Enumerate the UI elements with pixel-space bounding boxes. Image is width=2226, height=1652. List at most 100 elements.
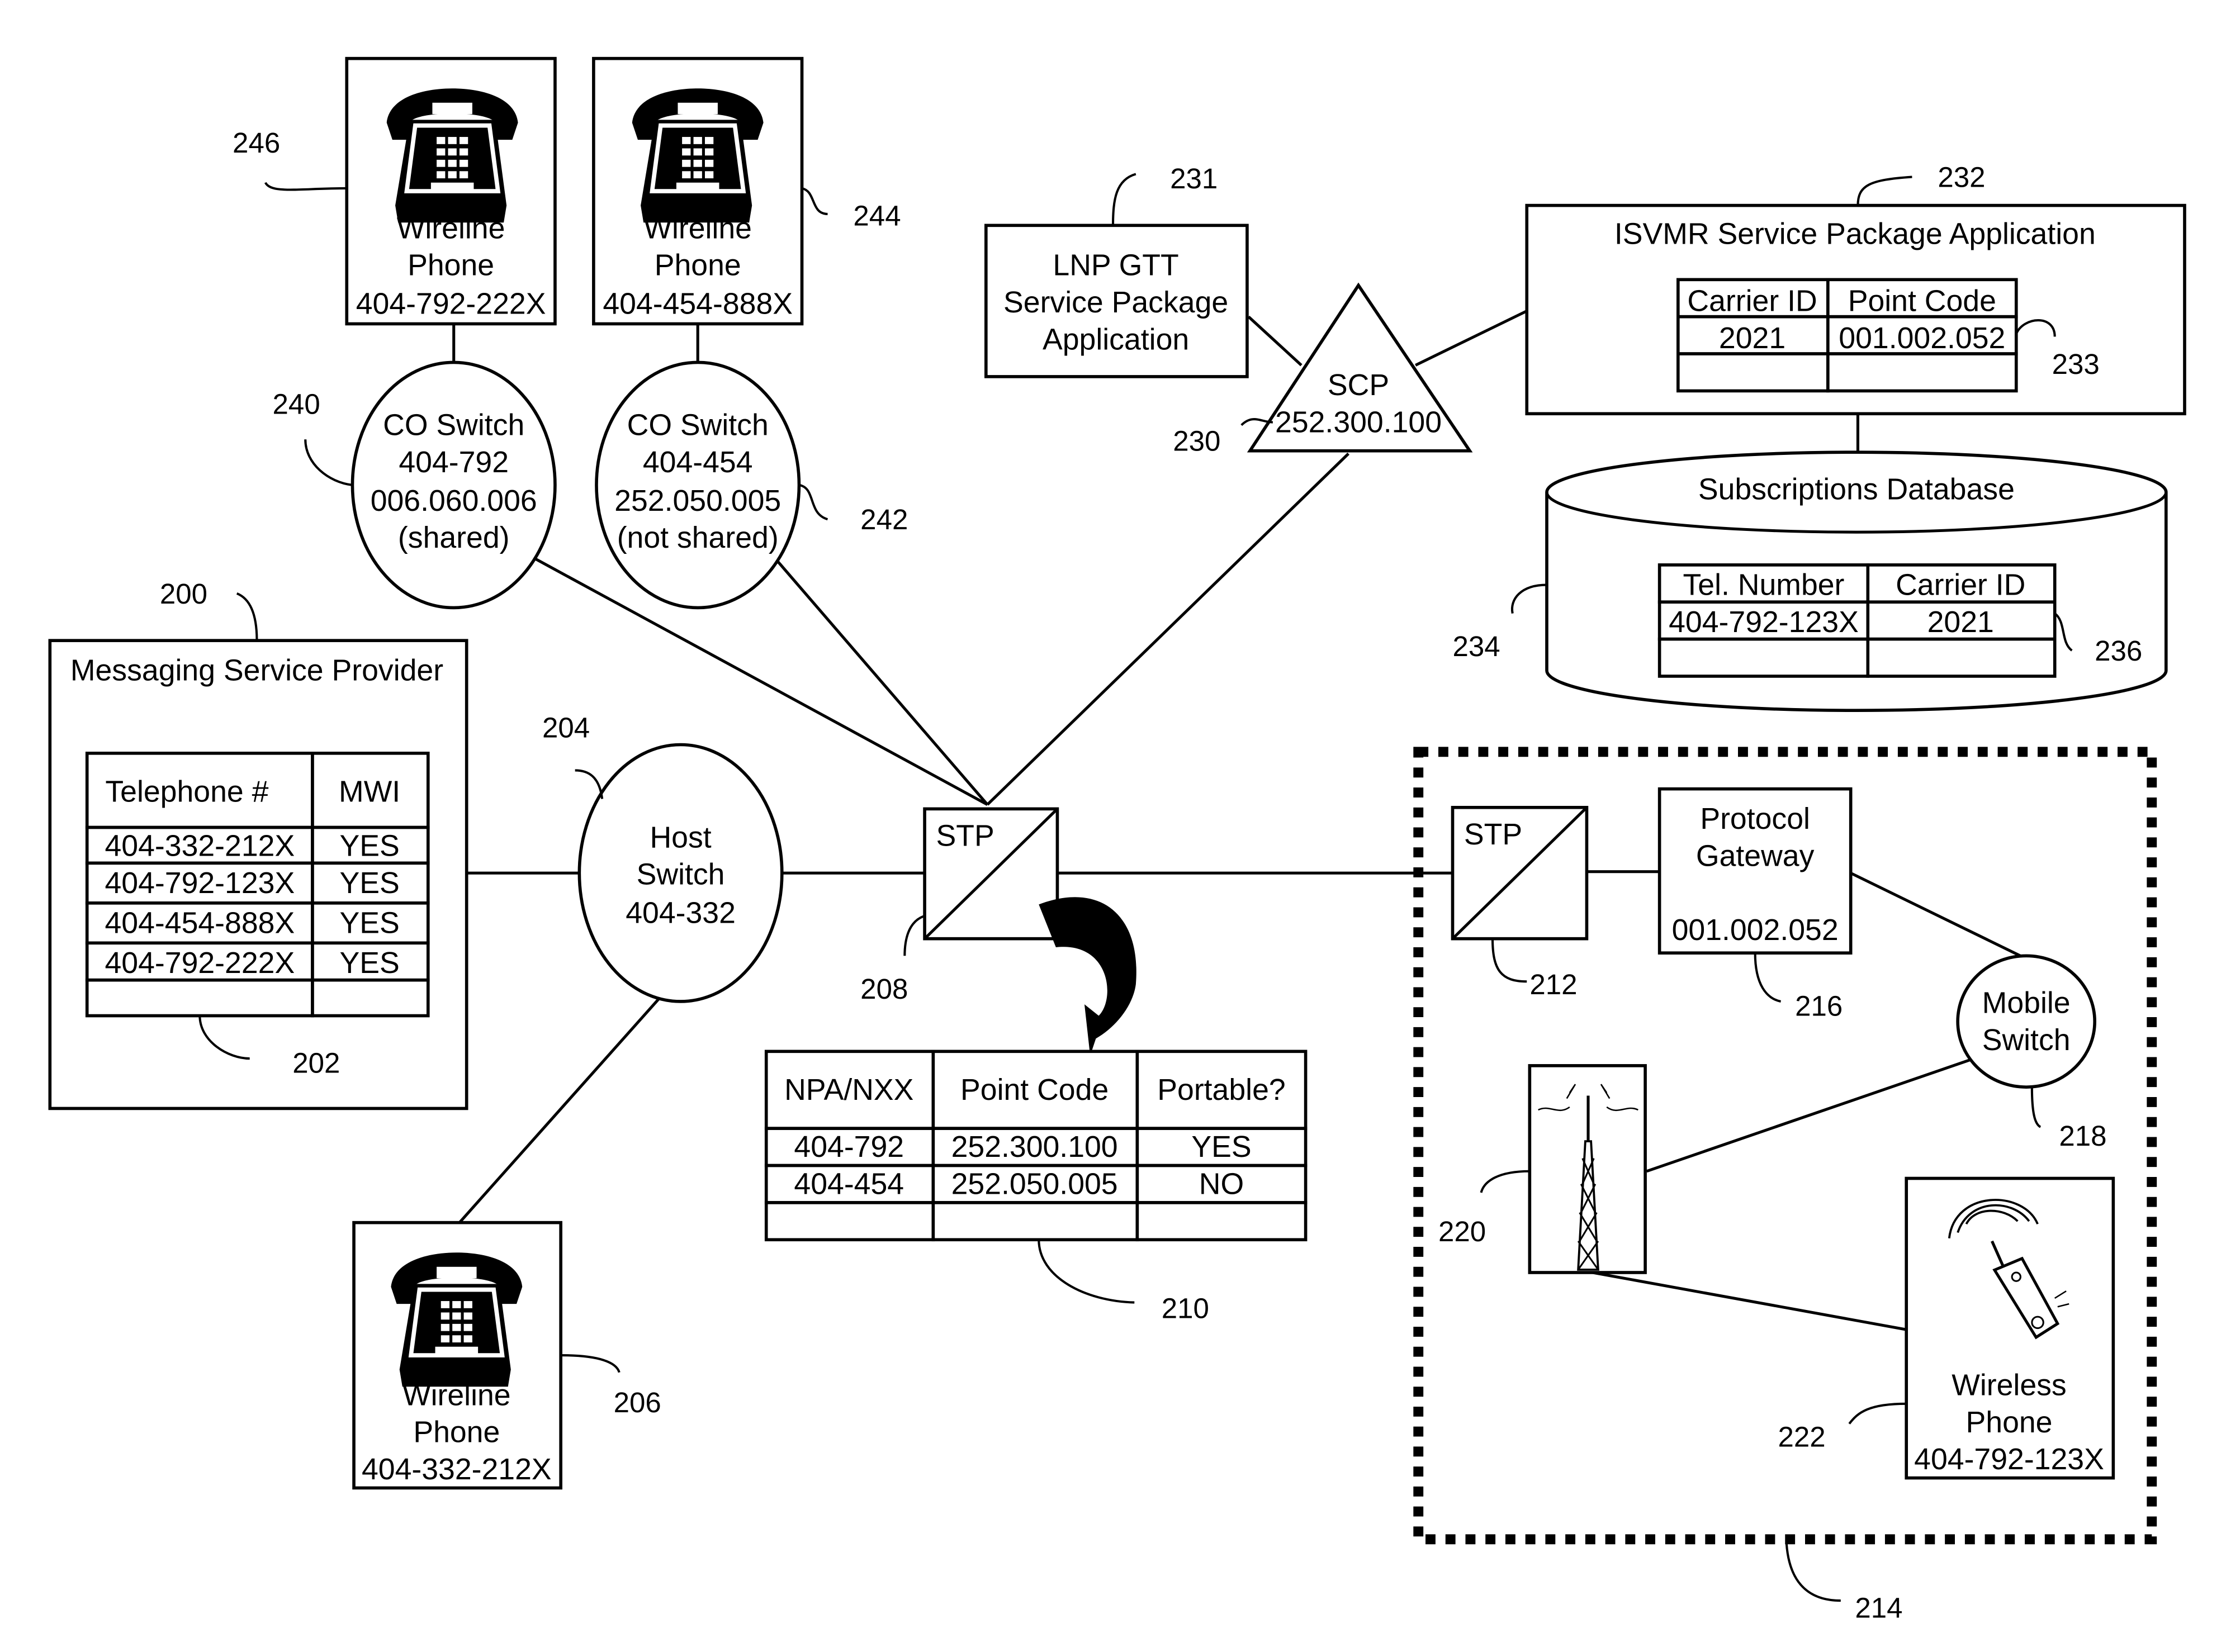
- phone-label-line2: Phone: [408, 249, 494, 282]
- ref-210: 210: [1162, 1293, 1209, 1325]
- mobile-switch-label-1: Mobile: [1982, 986, 2071, 1019]
- mwi-table: Telephone # MWI 404-332-212X YES 404-792…: [85, 752, 430, 1018]
- msp-title: Messaging Service Provider: [70, 654, 443, 687]
- ref-233: 233: [2052, 348, 2100, 380]
- co-switch-npa: 404-454: [643, 445, 753, 479]
- stp-label: STP: [1464, 818, 1522, 851]
- co-switch-note: (not shared): [617, 521, 779, 554]
- leader-214: [1785, 1543, 1841, 1602]
- ref-206: 206: [614, 1387, 661, 1418]
- gateway-point-code: 001.002.052: [1672, 913, 1839, 947]
- scp-point-code: 252.300.100: [1275, 405, 1442, 439]
- phone-number: 404-792-123X: [1914, 1442, 2104, 1476]
- table-header: Carrier ID: [1896, 568, 2025, 601]
- ref-220: 220: [1438, 1216, 1486, 1247]
- leader-204: [575, 769, 604, 799]
- ref-212: 212: [1529, 969, 1577, 1000]
- table-cell: YES: [339, 946, 399, 980]
- curved-arrow-icon: [1039, 897, 1136, 1056]
- phone-number: 404-792-222X: [356, 287, 546, 321]
- lnp-label-line2: Service Package: [1003, 286, 1228, 319]
- table-cell: YES: [339, 829, 399, 863]
- leader-216: [1754, 953, 1782, 1003]
- table-cell: 252.050.005: [951, 1167, 1118, 1201]
- stp-208: STP 208: [860, 807, 1136, 1056]
- co-switch-note: (shared): [398, 521, 510, 554]
- leader-232: [1856, 175, 1912, 206]
- wireless-phone-222: Wireless Phone 404-792-123X 222: [1778, 1176, 2115, 1480]
- link-co240-stp208: [530, 555, 988, 806]
- desk-phone-icon: [632, 88, 764, 222]
- co-switch-label: CO Switch: [383, 409, 524, 442]
- ref-240: 240: [273, 388, 320, 420]
- table-header: Telephone #: [105, 775, 268, 809]
- gateway-label-1: Protocol: [1700, 802, 1810, 836]
- lnp-gtt-service-package-231: LNP GTT Service Package Application 231: [984, 163, 1249, 378]
- ref-222: 222: [1778, 1421, 1825, 1452]
- table-cell: NO: [1199, 1167, 1244, 1201]
- phone-label-line1: Wireline: [643, 211, 752, 245]
- subscriptions-database-234: Subscriptions Database Tel. Number Carri…: [1453, 450, 2168, 713]
- leader-200: [236, 592, 258, 641]
- co-switch-point-code: 252.050.005: [614, 484, 781, 518]
- ref-231: 231: [1170, 163, 1218, 194]
- telecom-network-diagram: Wireline Phone 404-792-222X 246 Wireline…: [48, 56, 2186, 1624]
- table-cell: 2021: [1719, 321, 1785, 355]
- leader-210: [1038, 1240, 1135, 1304]
- table-cell: 404-332-212X: [105, 829, 295, 863]
- lnp-label-line1: LNP GTT: [1053, 249, 1178, 282]
- table-header: Point Code: [960, 1073, 1109, 1107]
- host-switch-npa: 404-332: [626, 896, 736, 930]
- table-header: Carrier ID: [1687, 284, 1817, 317]
- db-title: Subscriptions Database: [1698, 472, 2015, 506]
- messaging-service-provider-200: Messaging Service Provider Telephone # M…: [48, 578, 468, 1110]
- table-header: Portable?: [1157, 1073, 1285, 1107]
- isvmr-service-package-232: ISVMR Service Package Application Carrie…: [1525, 161, 2186, 416]
- co-switch-240: CO Switch 404-792 006.060.006 (shared) 2…: [273, 360, 557, 610]
- table-header: MWI: [339, 775, 400, 809]
- stp-label: STP: [936, 819, 994, 853]
- phone-label-line2: Phone: [655, 249, 741, 282]
- phone-number: 404-332-212X: [362, 1452, 552, 1486]
- table-cell: 001.002.052: [1839, 321, 2005, 355]
- link-gateway216-mobile218: [1850, 871, 2027, 960]
- isvmr-title: ISVMR Service Package Application: [1614, 217, 2096, 251]
- table-cell: 404-454-888X: [105, 906, 295, 939]
- scp-label: SCP: [1328, 368, 1389, 402]
- carrier-point-code-table: Carrier ID Point Code 2021 001.002.052: [1676, 278, 2018, 393]
- co-switch-npa: 404-792: [399, 445, 509, 479]
- table-header: NPA/NXX: [784, 1073, 913, 1107]
- desk-phone-icon: [391, 1252, 522, 1387]
- ref-204: 204: [542, 712, 590, 744]
- co-switch-point-code: 006.060.006: [371, 484, 537, 518]
- leader-208: [903, 914, 925, 956]
- host-switch-label-1: Host: [650, 820, 711, 854]
- co-switch-242: CO Switch 404-454 252.050.005 (not share…: [595, 360, 908, 610]
- leader-234: [1510, 583, 1547, 614]
- table-cell: YES: [1191, 1130, 1251, 1164]
- table-cell: 404-454: [794, 1167, 904, 1201]
- table-header: Tel. Number: [1683, 568, 1845, 601]
- tel-carrier-table: Tel. Number Carrier ID 404-792-123X 2021: [1657, 563, 2057, 678]
- link-scp230-stp208: [986, 452, 1349, 806]
- leader-212: [1491, 938, 1527, 983]
- wireline-phone-206: Wireline Phone 404-332-212X 206: [352, 1221, 661, 1490]
- leader-240: [304, 439, 353, 486]
- leader-206: [561, 1354, 621, 1373]
- table-header: Point Code: [1848, 284, 1996, 317]
- ref-230: 230: [1173, 425, 1220, 457]
- gateway-label-2: Gateway: [1696, 839, 1815, 872]
- link-lnp231-scp230: [1247, 315, 1303, 367]
- phone-label-line1: Wireline: [397, 211, 505, 245]
- leader-231: [1111, 173, 1136, 226]
- leader-246: [264, 182, 347, 191]
- ref-242: 242: [860, 504, 908, 535]
- table-cell: 404-792-123X: [105, 866, 295, 900]
- mobile-switch-218: Mobile Switch 218: [1956, 954, 2107, 1152]
- phone-number: 404-454-888X: [603, 287, 793, 321]
- mobile-switch-label-2: Switch: [1982, 1023, 2071, 1057]
- desk-phone-icon: [387, 88, 518, 222]
- link-tower220-phone222: [1592, 1271, 1907, 1331]
- wireline-phone-244: Wireline Phone 404-454-888X 244: [592, 56, 901, 326]
- ref-202: 202: [292, 1047, 340, 1079]
